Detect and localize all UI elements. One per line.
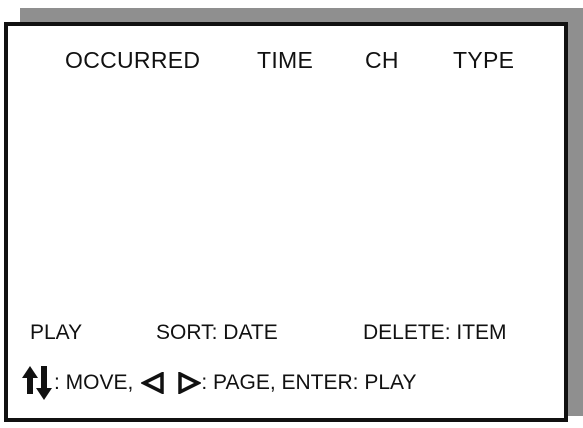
sort-date-action[interactable]: SORT: DATE — [156, 322, 278, 343]
help-legend: : MOVE, : PAGE, ENTER: PLAY — [20, 364, 416, 402]
triangle-right-icon — [177, 371, 203, 395]
column-header-occurred: OCCURRED — [65, 47, 201, 73]
column-header-ch: CH — [365, 47, 399, 73]
column-header-type: TYPE — [453, 47, 515, 73]
up-down-arrows-icon — [20, 364, 54, 402]
move-help-text: : MOVE, — [54, 371, 134, 394]
page-enter-help-text: : PAGE, ENTER: PLAY — [201, 371, 417, 394]
delete-item-action[interactable]: DELETE: ITEM — [363, 322, 507, 343]
column-header-time: TIME — [257, 47, 314, 73]
event-list[interactable] — [18, 86, 554, 316]
triangle-left-icon — [140, 371, 165, 395]
play-action[interactable]: PLAY — [30, 322, 82, 343]
event-list-screen: OCCURRED TIME CH TYPE PLAY SORT: DATE DE… — [4, 22, 568, 422]
